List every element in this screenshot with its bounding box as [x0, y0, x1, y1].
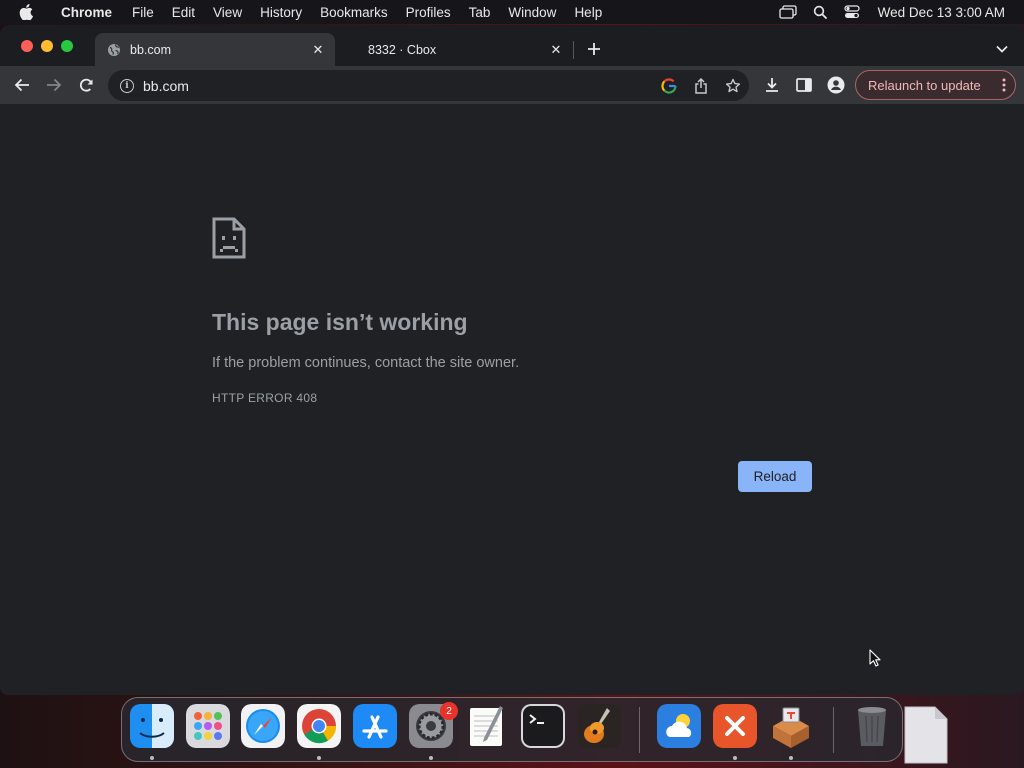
error-title: This page isn’t working — [212, 309, 468, 335]
menu-help[interactable]: Help — [565, 5, 611, 20]
tab-search-chevron-down-icon[interactable] — [991, 38, 1013, 60]
garageband-icon[interactable] — [577, 704, 621, 748]
globe-icon — [106, 42, 122, 58]
textedit-icon[interactable] — [465, 704, 509, 748]
share-icon[interactable] — [685, 70, 717, 101]
url-text[interactable]: bb.com — [143, 78, 653, 94]
menu-view[interactable]: View — [204, 5, 251, 20]
dock-divider — [833, 707, 834, 753]
address-bar[interactable]: i bb.com — [108, 70, 749, 101]
tab-separator — [573, 41, 574, 59]
menu-file[interactable]: File — [123, 5, 163, 20]
forward-arrow-icon[interactable] — [41, 72, 67, 98]
finder-icon[interactable] — [130, 704, 174, 748]
back-arrow-icon[interactable] — [9, 72, 35, 98]
more-vertical-icon[interactable] — [993, 78, 1015, 92]
screen-mirroring-icon[interactable] — [772, 0, 804, 24]
menu-app-name[interactable]: Chrome — [52, 5, 123, 20]
menu-tab[interactable]: Tab — [460, 5, 500, 20]
error-description: If the problem continues, contact the si… — [212, 355, 520, 371]
apple-menu-icon[interactable] — [0, 4, 52, 20]
launchpad-icon[interactable] — [186, 704, 230, 748]
menu-edit[interactable]: Edit — [163, 5, 204, 20]
mouse-pointer-icon — [869, 649, 881, 672]
tab-title: 8332 · Cbox — [368, 42, 437, 57]
relaunch-to-update-button[interactable]: Relaunch to update — [855, 70, 1016, 100]
tab-close-icon[interactable]: ✕ — [545, 39, 567, 61]
profile-avatar-icon[interactable] — [823, 72, 849, 98]
running-indicator — [733, 756, 737, 760]
tab-bb-com[interactable]: bb.com ✕ — [95, 33, 335, 66]
remote-desktop-icon[interactable] — [713, 704, 757, 748]
terminal-icon[interactable] — [521, 704, 565, 748]
site-info-icon[interactable]: i — [120, 78, 134, 93]
error-code: HTTP ERROR 408 — [212, 391, 318, 405]
trash-icon[interactable] — [850, 704, 894, 748]
new-tab-plus-icon[interactable] — [583, 38, 605, 60]
menu-clock[interactable]: Wed Dec 13 3:00 AM — [868, 5, 1024, 20]
running-indicator — [317, 756, 321, 760]
side-panel-icon[interactable] — [791, 72, 817, 98]
zoom-window-button[interactable] — [61, 40, 73, 52]
menu-bookmarks[interactable]: Bookmarks — [311, 5, 397, 20]
close-window-button[interactable] — [21, 40, 33, 52]
bookmark-star-icon[interactable] — [717, 70, 749, 101]
spotlight-search-icon[interactable] — [804, 0, 836, 24]
tab-close-icon[interactable]: ✕ — [307, 39, 329, 61]
google-lens-icon[interactable] — [653, 70, 685, 101]
safari-icon[interactable] — [241, 704, 285, 748]
minimize-window-button[interactable] — [41, 40, 53, 52]
page-content: This page isn’t working If the problem c… — [0, 104, 1024, 695]
notification-badge: 2 — [440, 702, 458, 720]
running-indicator — [429, 756, 433, 760]
browser-toolbar: i bb.com Relaunch to update — [0, 66, 1024, 104]
reload-button[interactable]: Reload — [738, 461, 812, 492]
desktop-document-icon[interactable] — [903, 705, 948, 768]
menu-history[interactable]: History — [251, 5, 311, 20]
dock — [121, 697, 903, 762]
tab-title: bb.com — [130, 42, 171, 57]
download-icon[interactable] — [759, 72, 785, 98]
relaunch-label: Relaunch to update — [868, 77, 981, 93]
control-center-icon[interactable] — [836, 0, 868, 24]
tab-cbox[interactable]: 8332 · Cbox ✕ — [345, 33, 573, 66]
reload-icon[interactable] — [73, 72, 99, 98]
running-indicator — [150, 756, 154, 760]
app-store-icon[interactable] — [353, 704, 397, 748]
menu-window[interactable]: Window — [499, 5, 565, 20]
tab-strip: bb.com ✕ 8332 · Cbox ✕ — [0, 25, 1024, 66]
sad-page-icon — [212, 217, 246, 264]
running-indicator — [789, 756, 793, 760]
menu-profiles[interactable]: Profiles — [397, 5, 460, 20]
weather-icon[interactable] — [657, 704, 701, 748]
chrome-icon[interactable] — [297, 704, 341, 748]
archive-utility-icon[interactable] — [769, 704, 813, 748]
dock-divider — [639, 707, 640, 753]
menu-bar: Chrome File Edit View History Bookmarks … — [0, 0, 1024, 24]
browser-window: bb.com ✕ 8332 · Cbox ✕ i bb.com Relaunch… — [0, 25, 1024, 695]
